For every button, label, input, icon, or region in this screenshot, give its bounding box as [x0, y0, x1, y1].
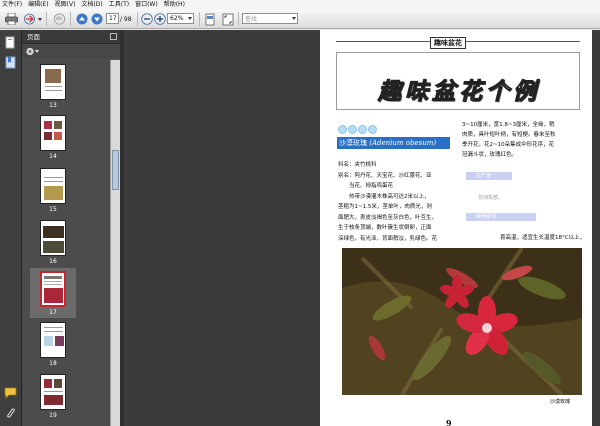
- text-line: 季开花，花2~10朵集成伞形花序，花: [462, 142, 555, 148]
- thumbnail-label: 14: [49, 153, 57, 160]
- body-text-right: 3~10厘米，宽1.8~3厘米，全缘，稍 肉质，具叶短叶柄，有短梗。春末至秋 季…: [462, 120, 584, 160]
- text-line: 冠漏斗状，玫瑰红色。: [462, 152, 518, 158]
- page-thumbnail: [40, 374, 66, 410]
- thumbnail-list: 13 14 15 16 17 18 19: [22, 60, 110, 426]
- body-text-left: 科名：夹竹桃科 别名：阿丹花、天宝花、沙红蕾花、亚 当花、拇指鸡蛋花 热带沙漠灌…: [338, 160, 456, 244]
- origin-tag: 生产地: [466, 172, 512, 180]
- page-number: 9: [446, 418, 452, 426]
- menu-bar: 文件(F) 编辑(E) 视图(V) 文档(D) 工具(T) 窗口(W) 帮助(H…: [0, 0, 600, 9]
- thumbnail-page-18[interactable]: 18: [40, 322, 66, 367]
- next-page-icon[interactable]: [90, 12, 104, 26]
- thumbnail-page-16[interactable]: 16: [40, 220, 66, 265]
- page-title: 趣味盆花个例: [378, 78, 540, 106]
- zoom-value: 62%: [170, 15, 184, 22]
- text-line: 深绿色，有光泽，背面稍淡，乳绿色。花: [338, 235, 438, 242]
- zoom-in-icon[interactable]: [153, 12, 167, 26]
- pages-panel: 页面 13 14 15 16 17 18 19: [22, 30, 120, 426]
- thumbnail-scrollbar[interactable]: [110, 60, 120, 426]
- email-icon[interactable]: [22, 12, 36, 26]
- prev-page-icon[interactable]: [75, 12, 89, 26]
- text-line: 茎粗为1~1.5米，茎单叶，肉质光，则: [338, 204, 432, 210]
- thumbnail-page-14[interactable]: 14: [40, 115, 66, 160]
- page-count: / 98: [120, 15, 132, 23]
- text-line: 面肥大，表皮淡褐色至灰白色，叶互生，: [338, 214, 438, 221]
- chevron-down-icon: [188, 17, 192, 20]
- panel-options: [22, 45, 120, 58]
- search-input[interactable]: 查找: [242, 13, 298, 24]
- thumbnail-label: 17: [49, 309, 57, 316]
- menu-view[interactable]: 视图(V): [55, 0, 76, 9]
- panel-header: 页面: [22, 30, 120, 44]
- full-screen-icon[interactable]: [221, 12, 235, 26]
- flower-photo: [342, 248, 582, 395]
- thumbnail-label: 13: [49, 102, 57, 109]
- page-thumbnail: [40, 220, 66, 256]
- thumbnail-label: 19: [49, 412, 57, 419]
- page-thumbnail: [40, 115, 66, 151]
- text-line: 科名：夹竹桃科: [338, 162, 377, 168]
- fit-page-icon[interactable]: [203, 12, 217, 26]
- care-text: 喜高温，适宜生长温度18°C以上，: [500, 235, 586, 241]
- thumbnail-page-13[interactable]: 13: [40, 64, 66, 109]
- document-view[interactable]: 趣味盆花 趣味盆花个例 沙漠玫瑰 (Adenium obesum) 科名：夹竹桃…: [124, 30, 600, 426]
- thumbnail-page-19[interactable]: 19: [40, 374, 66, 419]
- page-thumbnail: [40, 271, 66, 307]
- print-icon[interactable]: [4, 12, 18, 26]
- zoom-out-icon[interactable]: [140, 12, 154, 26]
- care-tag: 种养要领: [466, 213, 536, 221]
- pdf-page: 趣味盆花 趣味盆花个例 沙漠玫瑰 (Adenium obesum) 科名：夹竹桃…: [320, 30, 592, 426]
- menu-tools[interactable]: 工具(T): [109, 0, 129, 9]
- origin-text: 非洲东部。: [478, 195, 504, 201]
- attachment-icon[interactable]: [4, 407, 17, 420]
- thumbnail-label: 16: [49, 258, 57, 265]
- thumbnail-label: 15: [49, 206, 57, 213]
- thumbnail-label: 18: [49, 360, 57, 367]
- decorative-dots: [338, 125, 378, 134]
- panel-title: 页面: [27, 33, 40, 41]
- search-placeholder: 查找: [245, 16, 258, 23]
- section-heading: 沙漠玫瑰 (Adenium obesum): [337, 137, 450, 149]
- text-line: 3~10厘米，宽1.8~3厘米，全缘，稍: [462, 122, 555, 128]
- text-line: 生于枝条顶端，数叶簇生状倒卵，正面: [338, 225, 432, 231]
- text-line: 当花、拇指鸡蛋花: [338, 183, 394, 189]
- scrollbar-thumb[interactable]: [112, 150, 119, 190]
- hand-tool-icon[interactable]: [52, 12, 66, 26]
- running-header: 趣味盆花: [430, 37, 466, 49]
- zoom-select[interactable]: 62%: [167, 13, 194, 24]
- page-thumbnail: [40, 168, 66, 204]
- menu-window[interactable]: 窗口(W): [135, 0, 158, 9]
- page-number-input[interactable]: 17: [106, 13, 119, 24]
- text-line: 别名：阿丹花、天宝花、沙红蕾花、亚: [338, 172, 432, 179]
- menu-file[interactable]: 文件(F): [2, 0, 22, 9]
- thumbnail-page-17[interactable]: 17: [30, 268, 76, 318]
- menu-help[interactable]: 帮助(H): [164, 0, 185, 9]
- bookmarks-icon[interactable]: [4, 56, 17, 69]
- heading-cn: 沙漠玫瑰: [339, 139, 367, 147]
- page-thumbnail: [40, 64, 66, 100]
- navigation-strip: [0, 30, 22, 426]
- desert-rose-illustration: [342, 248, 582, 395]
- menu-document[interactable]: 文档(D): [81, 0, 102, 9]
- photo-caption: 沙漠玫瑰: [549, 399, 570, 405]
- page-thumbnail: [40, 322, 66, 358]
- pages-panel-icon[interactable]: [4, 36, 17, 49]
- options-icon[interactable]: [26, 47, 40, 56]
- thumbnail-page-15[interactable]: 15: [40, 168, 66, 213]
- heading-latin: (Adenium obesum): [369, 139, 437, 147]
- comments-icon[interactable]: [4, 386, 17, 399]
- text-line: 肉质，具叶短叶柄，有短梗。春末至秋: [462, 132, 556, 138]
- chevron-down-icon[interactable]: [37, 12, 43, 26]
- text-line: 热带沙漠灌木株高可达2米以上，: [338, 193, 430, 200]
- menu-edit[interactable]: 编辑(E): [28, 0, 48, 9]
- toolbar: 17 / 98 62% 查找: [0, 9, 600, 29]
- close-icon[interactable]: [110, 33, 117, 40]
- chevron-down-icon: [292, 17, 296, 20]
